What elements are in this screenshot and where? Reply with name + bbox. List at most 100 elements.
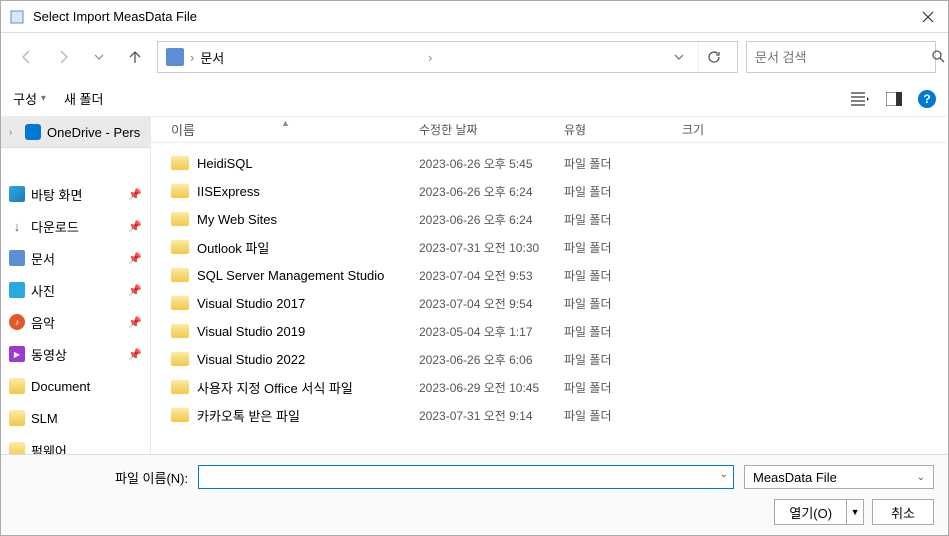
file-type: 파일 폴더	[564, 407, 682, 424]
folder-icon	[9, 410, 25, 426]
titlebar: Select Import MeasData File	[1, 1, 948, 33]
header-name[interactable]: 이름 ▲	[171, 120, 419, 139]
cancel-button[interactable]: 취소	[872, 499, 934, 525]
footer: 파일 이름(N): ⌄ MeasData File ⌄ 열기(O) ▼ 취소	[1, 454, 948, 535]
view-list-button[interactable]	[850, 89, 870, 109]
sidebar-item[interactable]: 사진 📌	[1, 274, 150, 306]
address-bar[interactable]: › 문서 ›	[157, 41, 738, 73]
file-row[interactable]: Visual Studio 2022 2023-06-26 오후 6:06 파일…	[151, 345, 948, 373]
folder-icon	[171, 296, 189, 310]
file-type: 파일 폴더	[564, 351, 682, 368]
sidebar-item[interactable]: Document	[1, 370, 150, 402]
folder-icon	[171, 240, 189, 254]
file-row[interactable]: IISExpress 2023-06-26 오후 6:24 파일 폴더	[151, 177, 948, 205]
sidebar-item[interactable]: 펌웨어	[1, 434, 150, 454]
folder-icon	[171, 324, 189, 338]
column-headers: 이름 ▲ 수정한 날짜 유형 크기	[151, 117, 948, 143]
window-title: Select Import MeasData File	[33, 9, 908, 24]
pin-icon: 📌	[128, 348, 142, 361]
header-type[interactable]: 유형	[564, 121, 682, 138]
file-row[interactable]: 카카오톡 받은 파일 2023-07-31 오전 9:14 파일 폴더	[151, 401, 948, 429]
file-date: 2023-05-04 오후 1:17	[419, 323, 564, 340]
pics-icon	[9, 282, 25, 298]
sidebar-item[interactable]: 문서 📌	[1, 242, 150, 274]
chevron-icon: ›	[190, 50, 194, 65]
search-box[interactable]	[746, 41, 936, 73]
recent-dropdown[interactable]	[85, 43, 113, 71]
folder-icon	[171, 184, 189, 198]
file-date: 2023-06-26 오후 6:24	[419, 183, 564, 200]
organize-label: 구성	[13, 89, 37, 108]
filename-input-wrap[interactable]	[198, 465, 734, 489]
file-name: Outlook 파일	[197, 238, 269, 257]
pin-icon: 📌	[128, 188, 142, 201]
chevron-down-icon: ⌄	[917, 472, 925, 483]
file-row[interactable]: HeidiSQL 2023-06-26 오후 5:45 파일 폴더	[151, 149, 948, 177]
file-name: My Web Sites	[197, 212, 277, 227]
back-button[interactable]	[13, 43, 41, 71]
folder-icon	[171, 268, 189, 282]
file-row[interactable]: Visual Studio 2019 2023-05-04 오후 1:17 파일…	[151, 317, 948, 345]
preview-pane-button[interactable]	[884, 89, 904, 109]
new-folder-label: 새 폴더	[64, 89, 104, 108]
file-list: HeidiSQL 2023-06-26 오후 5:45 파일 폴더IISExpr…	[151, 143, 948, 454]
file-type: 파일 폴더	[564, 183, 682, 200]
sidebar-item[interactable]: ↓ 다운로드 📌	[1, 210, 150, 242]
file-row[interactable]: 사용자 지정 Office 서식 파일 2023-06-29 오전 10:45 …	[151, 373, 948, 401]
folder-icon	[9, 378, 25, 394]
video-icon: ▶	[9, 346, 25, 362]
file-name: HeidiSQL	[197, 156, 253, 171]
sidebar-label: OneDrive - Pers	[47, 125, 140, 140]
file-row[interactable]: My Web Sites 2023-06-26 오후 6:24 파일 폴더	[151, 205, 948, 233]
chevron-icon[interactable]: ›	[428, 50, 432, 65]
header-date[interactable]: 수정한 날짜	[419, 121, 564, 138]
folder-icon	[171, 352, 189, 366]
file-row[interactable]: Visual Studio 2017 2023-07-04 오전 9:54 파일…	[151, 289, 948, 317]
file-type: 파일 폴더	[564, 211, 682, 228]
forward-button[interactable]	[49, 43, 77, 71]
documents-icon	[166, 48, 184, 66]
close-button[interactable]	[908, 1, 948, 33]
sidebar-item[interactable]: SLM	[1, 402, 150, 434]
sidebar-item[interactable]: ♪ 음악 📌	[1, 306, 150, 338]
folder-icon	[171, 212, 189, 226]
help-button[interactable]: ?	[918, 90, 936, 108]
sidebar-label: 문서	[31, 249, 55, 268]
file-row[interactable]: Outlook 파일 2023-07-31 오전 10:30 파일 폴더	[151, 233, 948, 261]
file-date: 2023-06-26 오후 6:06	[419, 351, 564, 368]
organize-menu[interactable]: 구성 ▾	[13, 89, 46, 108]
filename-dropdown[interactable]: ⌄	[720, 469, 728, 480]
open-button[interactable]: 열기(O) ▼	[774, 499, 864, 525]
sidebar-item[interactable]: 바탕 화면 📌	[1, 178, 150, 210]
navigation-row: › 문서 ›	[1, 33, 948, 81]
sidebar-onedrive[interactable]: › OneDrive - Pers	[1, 117, 150, 148]
open-dropdown[interactable]: ▼	[847, 500, 863, 524]
docs-icon	[9, 250, 25, 266]
file-name: Visual Studio 2019	[197, 324, 305, 339]
music-icon: ♪	[9, 314, 25, 330]
filename-input[interactable]	[205, 466, 713, 488]
search-input[interactable]	[755, 50, 931, 65]
open-label[interactable]: 열기(O)	[775, 500, 847, 524]
filter-label: MeasData File	[753, 470, 837, 485]
address-dropdown[interactable]	[666, 50, 692, 65]
file-date: 2023-06-26 오후 5:45	[419, 155, 564, 172]
chevron-right-icon[interactable]: ›	[9, 127, 19, 138]
file-type: 파일 폴더	[564, 267, 682, 284]
file-name: Visual Studio 2022	[197, 352, 305, 367]
file-type-filter[interactable]: MeasData File ⌄	[744, 465, 934, 489]
file-pane: 이름 ▲ 수정한 날짜 유형 크기 HeidiSQL 2023-06-26 오후…	[151, 117, 948, 454]
up-button[interactable]	[121, 43, 149, 71]
sidebar-item[interactable]: ▶ 동영상 📌	[1, 338, 150, 370]
file-date: 2023-07-04 오전 9:54	[419, 295, 564, 312]
new-folder-button[interactable]: 새 폴더	[64, 89, 104, 108]
refresh-button[interactable]	[698, 42, 729, 72]
file-name: SQL Server Management Studio	[197, 268, 384, 283]
address-segment[interactable]: 문서	[200, 48, 422, 67]
file-row[interactable]: SQL Server Management Studio 2023-07-04 …	[151, 261, 948, 289]
header-size[interactable]: 크기	[682, 121, 762, 138]
search-icon[interactable]	[931, 49, 945, 66]
file-name: Visual Studio 2017	[197, 296, 305, 311]
file-date: 2023-06-26 오후 6:24	[419, 211, 564, 228]
file-type: 파일 폴더	[564, 323, 682, 340]
